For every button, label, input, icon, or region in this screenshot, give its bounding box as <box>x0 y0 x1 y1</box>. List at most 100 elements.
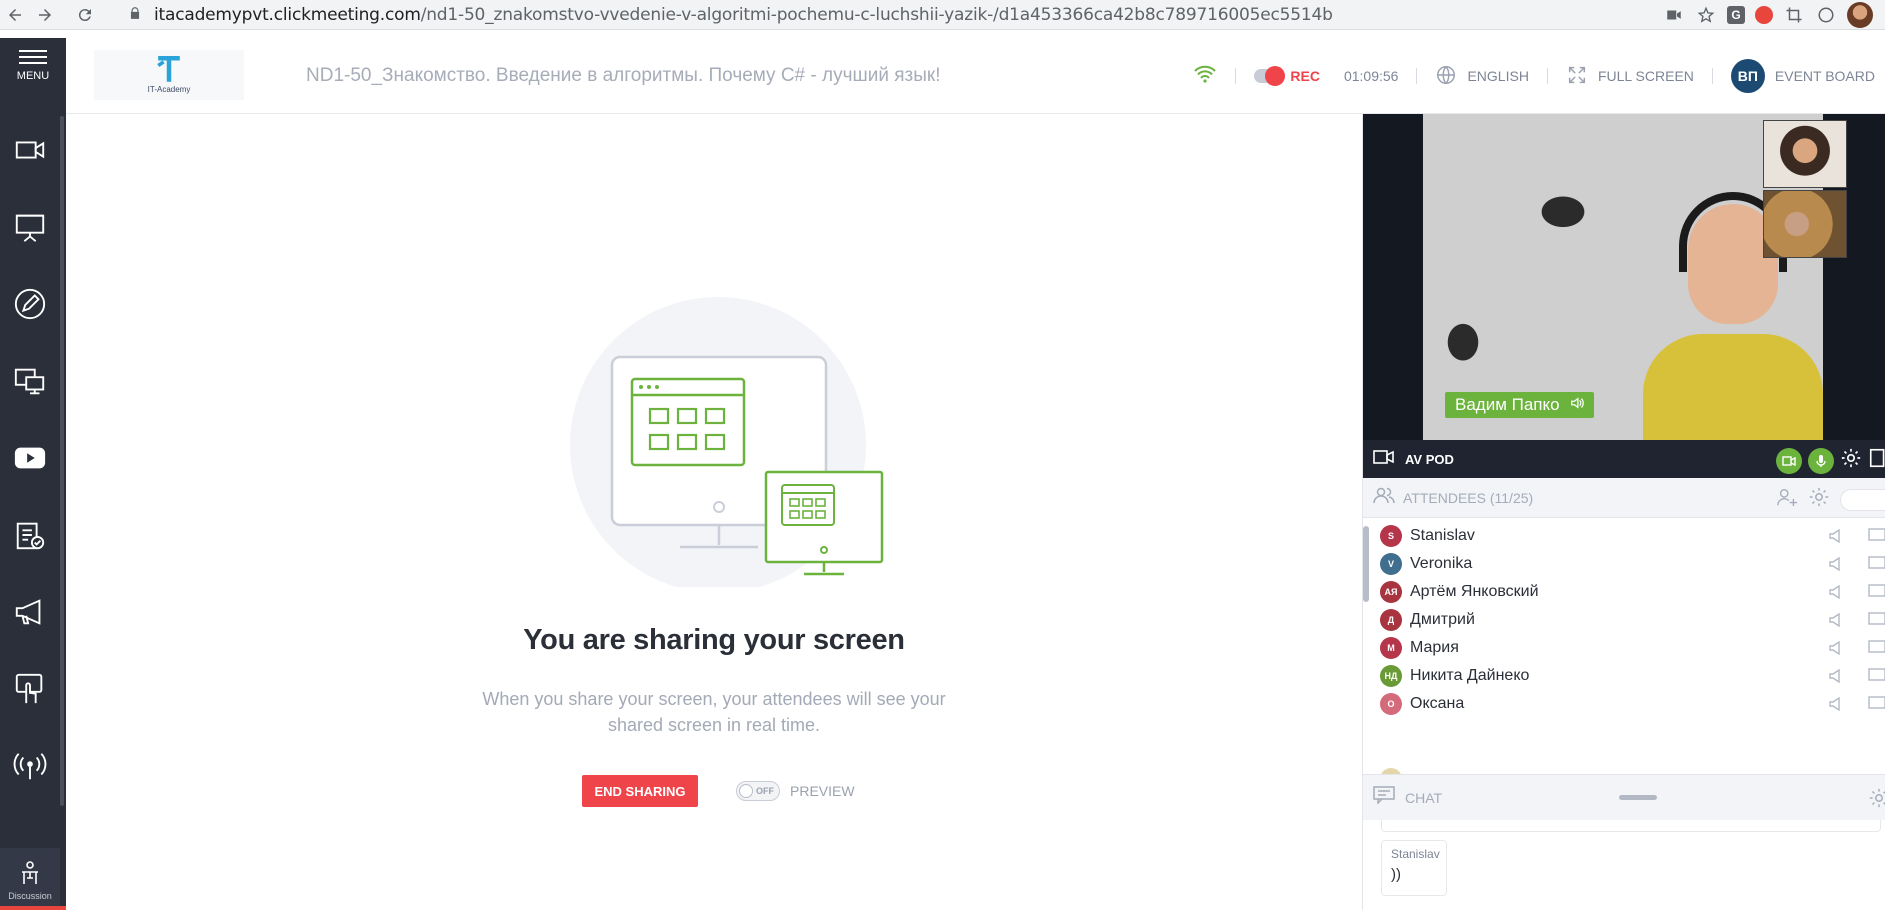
clipboard-check-icon <box>13 518 47 557</box>
monitor-icon[interactable] <box>1868 527 1885 545</box>
address-bar[interactable]: itacademypvt.clickmeeting.com/nd1-50_zna… <box>128 2 1628 28</box>
bookmark-star-icon[interactable] <box>1695 4 1717 26</box>
sidebar-scrollbar[interactable] <box>60 116 64 806</box>
attendees-people-icon <box>1373 486 1395 509</box>
presentation-board-icon <box>13 210 47 249</box>
browser-toolbar: itacademypvt.clickmeeting.com/nd1-50_zna… <box>0 0 1885 30</box>
url-path: /nd1-50_znakomstvo-vvedenie-v-algoritmi-… <box>420 5 1333 25</box>
discussion-label: Discussion <box>8 891 52 901</box>
sidebar-item-discussion[interactable]: Discussion <box>0 848 60 910</box>
sidebar-item-screen-sharing[interactable] <box>0 353 60 413</box>
av-settings-gear-icon[interactable] <box>1840 447 1862 474</box>
sidebar-item-cta[interactable] <box>0 584 60 644</box>
attendee-avatar: О <box>1380 693 1402 715</box>
speaker-icon <box>1570 395 1584 415</box>
monitor-icon[interactable] <box>1868 611 1885 629</box>
preview-toggle[interactable]: OFF <box>736 781 780 801</box>
fullscreen-button[interactable]: FULL SCREEN <box>1566 64 1694 89</box>
attendees-scrollbar[interactable] <box>1363 526 1369 602</box>
extensions-area: G <box>1663 0 1885 30</box>
attendee-name: Никита Дайнеко <box>1410 667 1530 684</box>
speaker-muted-icon[interactable] <box>1828 667 1846 685</box>
sidebar-item-youtube[interactable] <box>0 430 60 490</box>
chat-message-previous <box>1381 820 1881 832</box>
presenter-name-tag: Вадим Папко <box>1445 392 1594 418</box>
preview-toggle-state: OFF <box>756 786 774 796</box>
attendee-row[interactable]: V Veronika <box>1380 550 1885 578</box>
attendee-name: Дмитрий <box>1410 611 1475 628</box>
sidebar-item-webcam[interactable] <box>0 122 60 182</box>
chat-resize-handle[interactable] <box>1619 795 1657 800</box>
profile-avatar[interactable] <box>1847 2 1873 28</box>
recording-toggle[interactable] <box>1254 66 1286 86</box>
speaker-muted-icon[interactable] <box>1828 583 1846 601</box>
participant-video-thumbnail[interactable] <box>1763 190 1847 258</box>
event-board-button[interactable]: ВП EVENT BOARD <box>1730 59 1875 93</box>
attendee-row[interactable]: АЯ Артём Янковский <box>1380 578 1885 606</box>
speaker-muted-icon[interactable] <box>1828 611 1846 629</box>
monitor-icon[interactable] <box>1868 583 1885 601</box>
microphone-toggle-button[interactable] <box>1808 447 1834 474</box>
extension-g-icon[interactable]: G <box>1727 6 1745 24</box>
popout-icon[interactable] <box>1868 447 1885 474</box>
end-sharing-button[interactable]: END SHARING <box>582 775 698 807</box>
attendee-name: Оксана <box>1410 695 1465 712</box>
sidebar-item-whiteboard[interactable] <box>0 276 60 336</box>
extension-circle-icon[interactable] <box>1815 4 1837 26</box>
attendee-avatar: М <box>1380 637 1402 659</box>
attendees-header[interactable]: ATTENDEES (11/25) <box>1363 478 1885 518</box>
right-panel: Вадим Папко AV POD ATTENDEES (11/25) S S… <box>1362 114 1885 910</box>
presenter-name: Вадим Папко <box>1455 395 1560 414</box>
header-controls: REC 01:09:56 ENGLISH FULL SCREEN ВП EVEN… <box>1193 38 1875 114</box>
camera-indicator-icon[interactable] <box>1663 4 1685 26</box>
crop-extension-icon[interactable] <box>1783 4 1805 26</box>
attendee-avatar: Д <box>1380 609 1402 631</box>
attendees-settings-gear-icon[interactable] <box>1808 486 1830 513</box>
rec-label: REC <box>1290 68 1320 84</box>
speaker-muted-icon[interactable] <box>1828 639 1846 657</box>
attendee-name: Stanislav <box>1410 527 1475 544</box>
speaker-muted-icon[interactable] <box>1828 695 1846 713</box>
chat-message-text: )) <box>1391 866 1401 883</box>
event-title: ND1-50_Знакомство. Введение в алгоритмы.… <box>306 65 941 86</box>
speaker-muted-icon[interactable] <box>1828 527 1846 545</box>
av-pod-label: AV POD <box>1405 451 1454 467</box>
monitor-icon[interactable] <box>1868 695 1885 713</box>
menu-button[interactable]: MENU <box>0 38 66 94</box>
sharing-description-line1: When you share your screen, your attende… <box>482 689 946 709</box>
video-camera-icon <box>13 133 47 172</box>
back-icon[interactable] <box>0 0 30 30</box>
add-attendee-icon[interactable] <box>1776 486 1798 513</box>
extension-red-icon[interactable] <box>1755 6 1773 24</box>
language-selector[interactable]: ENGLISH <box>1435 64 1529 89</box>
sidebar-item-broadcast[interactable] <box>0 738 60 798</box>
video-camera-icon <box>1373 448 1395 471</box>
participant-video-thumbnail[interactable] <box>1763 120 1847 188</box>
attendee-avatar: V <box>1380 553 1402 575</box>
youtube-icon <box>13 441 47 480</box>
attendee-row[interactable]: О Оксана <box>1380 690 1885 718</box>
attendee-row[interactable]: Д Дмитрий <box>1380 606 1885 634</box>
sidebar-item-interactive[interactable] <box>0 661 60 721</box>
monitor-icon[interactable] <box>1868 639 1885 657</box>
divider <box>1235 68 1237 84</box>
preview-label: PREVIEW <box>790 783 855 799</box>
main-stage: You are sharing your screen When you sha… <box>66 114 1362 910</box>
forward-icon[interactable] <box>30 0 60 30</box>
sidebar-item-presentation[interactable] <box>0 199 60 259</box>
sharing-description: When you share your screen, your attende… <box>66 686 1362 738</box>
reload-icon[interactable] <box>70 0 100 30</box>
camera-toggle-button[interactable] <box>1776 447 1802 474</box>
monitor-icon[interactable] <box>1868 555 1885 573</box>
divider <box>1546 68 1548 84</box>
sidebar-item-tests[interactable] <box>0 507 60 567</box>
sidebar-accent-line <box>0 906 66 910</box>
chat-settings-gear-icon[interactable] <box>1868 787 1885 814</box>
attendee-row[interactable]: НД Никита Дайнеко <box>1380 662 1885 690</box>
attendee-row[interactable]: S Stanislav <box>1380 522 1885 550</box>
attendees-search-toggle[interactable] <box>1840 488 1885 511</box>
speaker-muted-icon[interactable] <box>1828 555 1846 573</box>
chat-header[interactable]: CHAT <box>1363 774 1885 820</box>
monitor-icon[interactable] <box>1868 667 1885 685</box>
attendee-row[interactable]: М Мария <box>1380 634 1885 662</box>
